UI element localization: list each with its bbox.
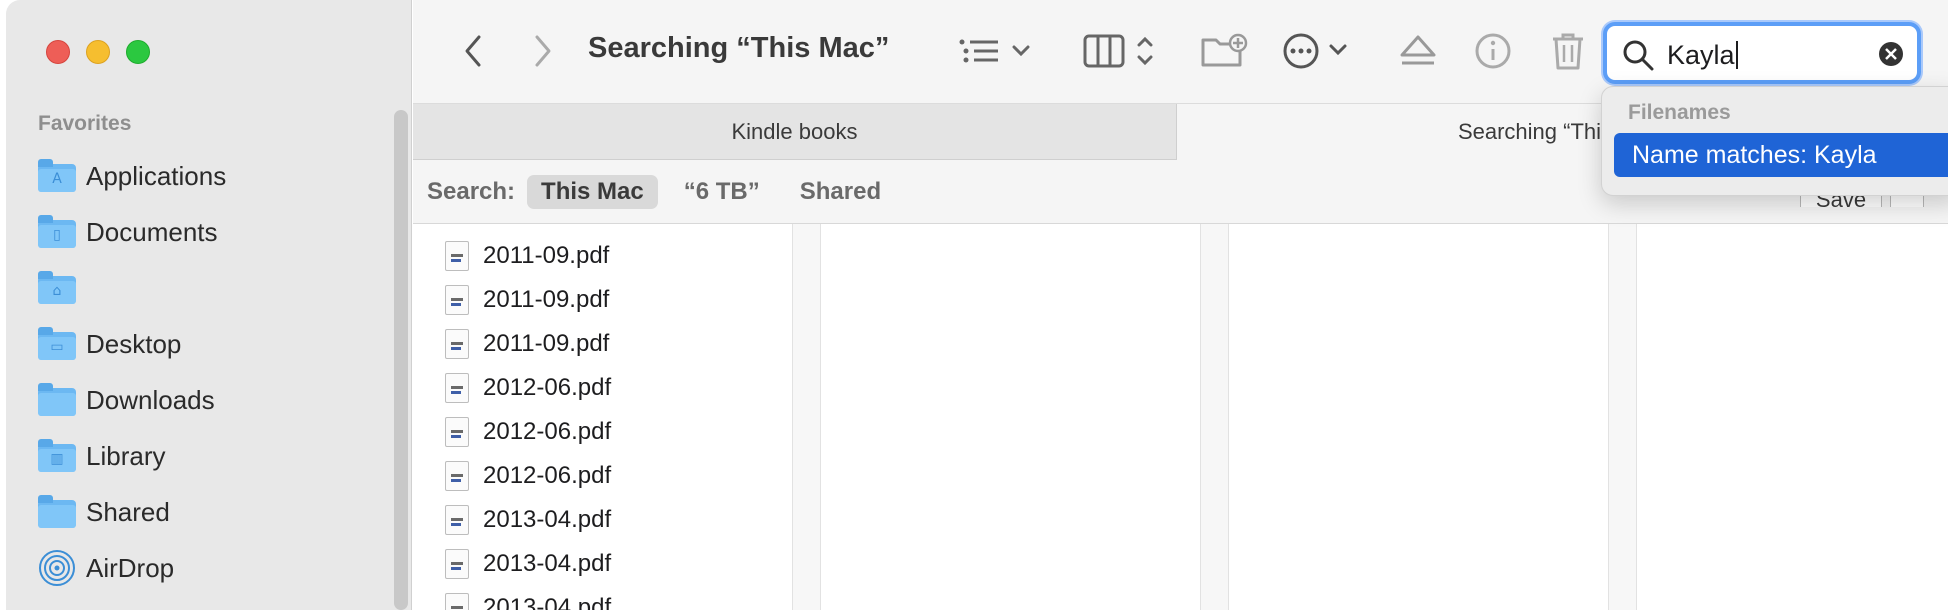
sidebar-item-home[interactable]: ⌂: [38, 260, 378, 316]
results-column: 2011-09.pdf 2011-09.pdf 2011-09.pdf 2012…: [413, 224, 793, 610]
pdf-file-icon: [445, 593, 469, 610]
sidebar-item-applications[interactable]: A Applications: [38, 148, 378, 204]
desktop-folder-icon: ▭: [38, 327, 76, 360]
file-list: 2011-09.pdf 2011-09.pdf 2011-09.pdf 2012…: [445, 234, 611, 610]
downloads-folder-icon: [38, 383, 76, 416]
sidebar-item-label: Downloads: [86, 384, 215, 415]
window-controls: [46, 40, 150, 64]
new-folder-button[interactable]: [1196, 26, 1252, 76]
info-icon: [1475, 33, 1511, 69]
column-divider[interactable]: [793, 224, 821, 610]
pdf-file-icon: [445, 373, 469, 403]
pdf-file-icon: [445, 285, 469, 315]
back-button[interactable]: [448, 26, 498, 76]
close-window-button[interactable]: [46, 40, 70, 64]
minimize-window-button[interactable]: [86, 40, 110, 64]
applications-folder-icon: A: [38, 159, 76, 192]
list-view-button[interactable]: [958, 26, 1038, 76]
clear-icon[interactable]: [1877, 40, 1905, 68]
forward-button[interactable]: [518, 26, 568, 76]
scope-label: Search:: [427, 177, 516, 205]
eject-button[interactable]: [1393, 26, 1443, 76]
home-folder-icon: ⌂: [38, 271, 76, 304]
info-button[interactable]: [1468, 26, 1518, 76]
file-row[interactable]: 2011-09.pdf: [445, 234, 611, 278]
search-input[interactable]: Kayla: [1667, 40, 1738, 71]
sidebar-item-label: AirDrop: [86, 552, 175, 583]
sidebar: Favorites A Applications ▯ Documents ⌂ ▭…: [6, 0, 412, 610]
suggestions-header: Filenames: [1628, 101, 1731, 124]
search-suggestions-menu: Filenames Name matches: Kayla: [1601, 86, 1948, 196]
file-row[interactable]: 2012-06.pdf: [445, 410, 611, 454]
documents-folder-icon: ▯: [38, 215, 76, 248]
sidebar-item-label: Applications: [86, 160, 227, 191]
pdf-file-icon: [445, 241, 469, 271]
pdf-file-icon: [445, 549, 469, 579]
sidebar-item-label: Library: [86, 440, 166, 471]
pdf-file-icon: [445, 461, 469, 491]
scope-shared-button[interactable]: Shared: [786, 175, 895, 209]
back-icon: [465, 35, 481, 67]
column-view-button[interactable]: [1083, 26, 1163, 76]
file-row[interactable]: 2011-09.pdf: [445, 278, 611, 322]
list-view-icon: [959, 39, 1030, 63]
new-folder-icon: [1201, 33, 1248, 67]
column-browser: 2011-09.pdf 2011-09.pdf 2011-09.pdf 2012…: [413, 224, 1948, 610]
file-row[interactable]: 2013-04.pdf: [445, 542, 611, 586]
scope-6tb-button[interactable]: “6 TB”: [670, 175, 774, 209]
sidebar-item-label: Desktop: [86, 328, 182, 359]
sidebar-item-label: Documents: [86, 216, 218, 247]
file-row[interactable]: 2012-06.pdf: [445, 454, 611, 498]
pdf-file-icon: [445, 417, 469, 447]
sidebar-item-documents[interactable]: ▯ Documents: [38, 204, 378, 260]
column-view-icon: [1083, 34, 1153, 68]
file-row[interactable]: 2013-04.pdf: [445, 498, 611, 542]
search-icon: [1623, 40, 1654, 71]
sidebar-item-airdrop[interactable]: AirDrop: [38, 540, 378, 596]
library-folder-icon: ▥: [38, 439, 76, 472]
more-actions-button[interactable]: [1281, 26, 1361, 76]
empty-column: [1229, 224, 1609, 610]
preview-column: [821, 224, 1201, 610]
sidebar-item-downloads[interactable]: Downloads: [38, 372, 378, 428]
sidebar-item-library[interactable]: ▥ Library: [38, 428, 378, 484]
empty-column: [1637, 224, 1948, 610]
finder-window: Favorites A Applications ▯ Documents ⌂ ▭…: [0, 0, 1948, 610]
column-divider[interactable]: [1609, 224, 1637, 610]
sidebar-item-shared[interactable]: Shared: [38, 484, 378, 540]
pdf-file-icon: [445, 505, 469, 535]
sidebar-section-favorites: Favorites: [38, 112, 132, 135]
forward-icon: [535, 35, 551, 67]
zoom-window-button[interactable]: [126, 40, 150, 64]
airdrop-icon: [38, 549, 76, 587]
trash-icon: [1553, 33, 1583, 70]
suggestion-name-matches[interactable]: Name matches: Kayla: [1614, 133, 1948, 177]
sidebar-scrollbar[interactable]: [394, 110, 408, 610]
trash-button[interactable]: [1543, 26, 1593, 76]
search-field[interactable]: Kayla: [1603, 22, 1921, 84]
file-row[interactable]: 2013-04.pdf: [445, 586, 611, 610]
pdf-file-icon: [445, 329, 469, 359]
sidebar-list: A Applications ▯ Documents ⌂ ▭ Desktop D…: [38, 148, 378, 596]
sidebar-item-desktop[interactable]: ▭ Desktop: [38, 316, 378, 372]
window-title: Searching “This Mac”: [588, 32, 890, 64]
eject-icon: [1400, 35, 1436, 65]
file-row[interactable]: 2012-06.pdf: [445, 366, 611, 410]
tab-kindle-books[interactable]: Kindle books: [413, 104, 1177, 160]
shared-folder-icon: [38, 495, 76, 528]
sidebar-item-label: Shared: [86, 496, 170, 527]
scope-this-mac-button[interactable]: This Mac: [527, 174, 658, 209]
more-actions-icon: [1283, 33, 1347, 69]
column-divider[interactable]: [1201, 224, 1229, 610]
file-row[interactable]: 2011-09.pdf: [445, 322, 611, 366]
